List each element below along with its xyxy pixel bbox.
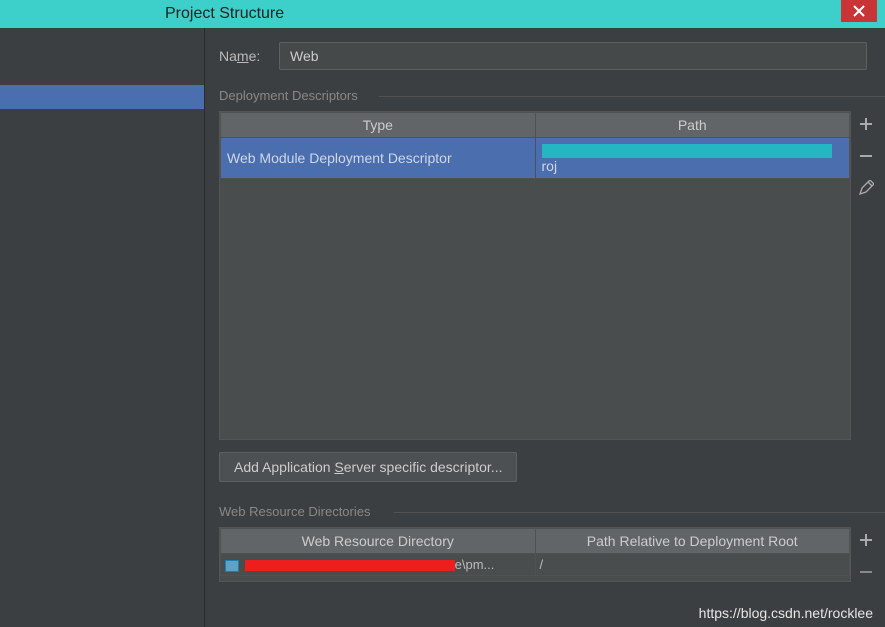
table-row[interactable]: Web Module Deployment Descriptor roj — [221, 138, 850, 179]
close-button[interactable] — [841, 0, 877, 22]
deployment-table-body — [220, 179, 850, 439]
folder-icon — [225, 560, 239, 572]
cell-relpath: / — [535, 554, 850, 576]
deployment-table-area: Type Path Web Module Deployment Descript… — [219, 111, 851, 440]
webres-toolbar — [851, 527, 881, 582]
add-server-descriptor-button[interactable]: Add Application Server specific descript… — [219, 452, 517, 482]
cell-dir: e\pm... — [221, 554, 536, 576]
plus-icon — [858, 116, 874, 132]
add-button[interactable] — [856, 114, 876, 134]
titlebar: Project Structure — [0, 0, 885, 28]
col-relpath: Path Relative to Deployment Root — [535, 529, 850, 554]
redacted-path — [542, 144, 832, 158]
content-panel: Name: Deployment Descriptors Type Path W… — [205, 28, 885, 627]
webres-table-area: Web Resource Directory Path Relative to … — [219, 527, 851, 582]
remove-button[interactable] — [856, 562, 876, 582]
table-header-row: Web Resource Directory Path Relative to … — [221, 529, 850, 554]
webres-table: Web Resource Directory Path Relative to … — [220, 528, 850, 576]
watermark: https://blog.csdn.net/rocklee — [699, 605, 873, 621]
redacted-dir — [245, 560, 455, 571]
remove-button[interactable] — [856, 146, 876, 166]
deployment-table: Type Path Web Module Deployment Descript… — [220, 112, 850, 179]
name-label: Name: — [219, 48, 279, 64]
table-row[interactable]: e\pm... / — [221, 554, 850, 576]
sidebar — [0, 28, 205, 627]
col-type: Type — [221, 113, 536, 138]
col-dir: Web Resource Directory — [221, 529, 536, 554]
cell-path: roj — [535, 138, 850, 179]
minus-icon — [858, 564, 874, 580]
deployment-table-wrap: Type Path Web Module Deployment Descript… — [219, 111, 881, 440]
webres-table-wrap: Web Resource Directory Path Relative to … — [219, 527, 881, 582]
name-row: Name: — [219, 42, 885, 70]
main-area: Name: Deployment Descriptors Type Path W… — [0, 28, 885, 627]
add-button[interactable] — [856, 530, 876, 550]
pencil-icon — [858, 180, 874, 196]
window-title: Project Structure — [165, 5, 284, 23]
plus-icon — [858, 532, 874, 548]
table-header-row: Type Path — [221, 113, 850, 138]
deployment-descriptors-title: Deployment Descriptors — [219, 88, 885, 103]
deployment-toolbar — [851, 111, 881, 440]
cell-type: Web Module Deployment Descriptor — [221, 138, 536, 179]
close-icon — [853, 5, 865, 17]
edit-button[interactable] — [856, 178, 876, 198]
col-path: Path — [535, 113, 850, 138]
sidebar-selected-item[interactable] — [0, 85, 204, 109]
minus-icon — [858, 148, 874, 164]
web-resource-title: Web Resource Directories — [219, 504, 885, 519]
name-input[interactable] — [279, 42, 867, 70]
